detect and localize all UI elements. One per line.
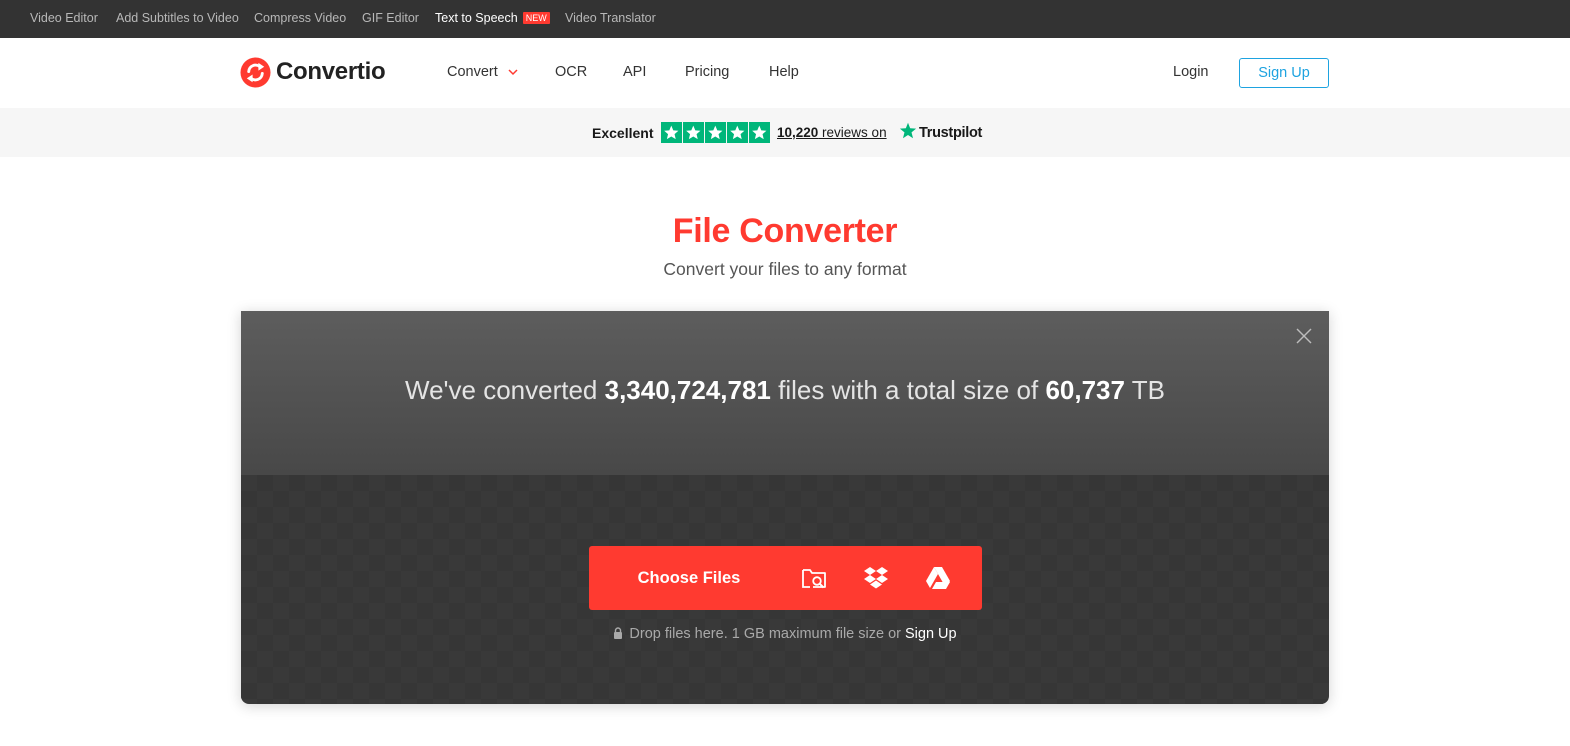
site-header: Convertio Convert OCR API Pricing Help L… [0,38,1570,108]
drop-signup-link[interactable]: Sign Up [905,626,957,642]
trustpilot-star-icon [899,122,917,139]
drop-zone[interactable]: Choose Files Drop files here. 1 GB maxim… [241,475,1329,704]
nav-help[interactable]: Help [769,64,799,80]
star-icon [705,122,726,143]
star-icon [727,122,748,143]
lock-icon [614,627,623,639]
files-count: 3,340,724,781 [604,375,771,405]
new-badge: NEW [522,12,550,24]
brand-name: Convertio [276,58,386,85]
drop-hint: Drop files here. 1 GB maximum file size … [241,626,1329,642]
drop-hint-text: Drop files here. 1 GB maximum file size … [629,626,905,642]
reviews-link[interactable]: 10,220 reviews on [777,125,887,140]
star-icon [683,122,704,143]
rating-stars [661,122,770,143]
signup-button[interactable]: Sign Up [1239,58,1329,88]
star-icon [661,122,682,143]
conversion-stats: We've converted 3,340,724,781 files with… [241,375,1329,406]
nav-pricing[interactable]: Pricing [685,64,729,80]
stats-prefix: We've converted [405,375,605,405]
review-count: 10,220 [777,125,819,140]
chevron-down-icon[interactable] [508,69,518,76]
login-link[interactable]: Login [1173,64,1208,80]
top-bar: Video Editor Add Subtitles to Video Comp… [0,0,1570,38]
topbar-link-add-subtitles[interactable]: Add Subtitles to Video [116,11,239,25]
reviews-suffix: reviews on [818,125,887,140]
convertio-logo-icon [240,57,271,88]
page-title: File Converter [672,212,898,250]
folder-search-icon[interactable] [801,565,827,591]
star-icon [749,122,770,143]
choose-files-panel: Choose Files [589,546,982,610]
topbar-link-label: Text to Speech [435,11,518,25]
google-drive-icon[interactable] [925,565,951,591]
dropbox-icon[interactable] [863,565,889,591]
topbar-link-gif-editor[interactable]: GIF Editor [362,11,419,25]
close-icon[interactable] [1296,328,1312,344]
total-size: 60,737 [1045,375,1125,405]
topbar-link-video-translator[interactable]: Video Translator [565,11,656,25]
rating-text: Excellent [592,125,654,141]
trustpilot-logo-text: Trustpilot [919,125,983,141]
topbar-link-text-to-speech[interactable]: Text to Speech NEW [435,11,550,25]
trustpilot-bar: Excellent 10,220 reviews on Trustpilot [0,108,1570,157]
page-subtitle: Convert your files to any format [663,259,907,279]
topbar-link-compress-video[interactable]: Compress Video [254,11,346,25]
nav-ocr[interactable]: OCR [555,64,587,80]
stats-middle: files with a total size of [770,375,1046,405]
stats-unit: TB [1124,375,1165,405]
choose-files-button[interactable]: Choose Files [589,546,789,610]
converter-box: We've converted 3,340,724,781 files with… [241,311,1329,704]
nav-api[interactable]: API [623,64,646,80]
nav-convert[interactable]: Convert [447,64,498,80]
stats-panel: We've converted 3,340,724,781 files with… [241,311,1329,475]
topbar-link-video-editor[interactable]: Video Editor [30,11,98,25]
